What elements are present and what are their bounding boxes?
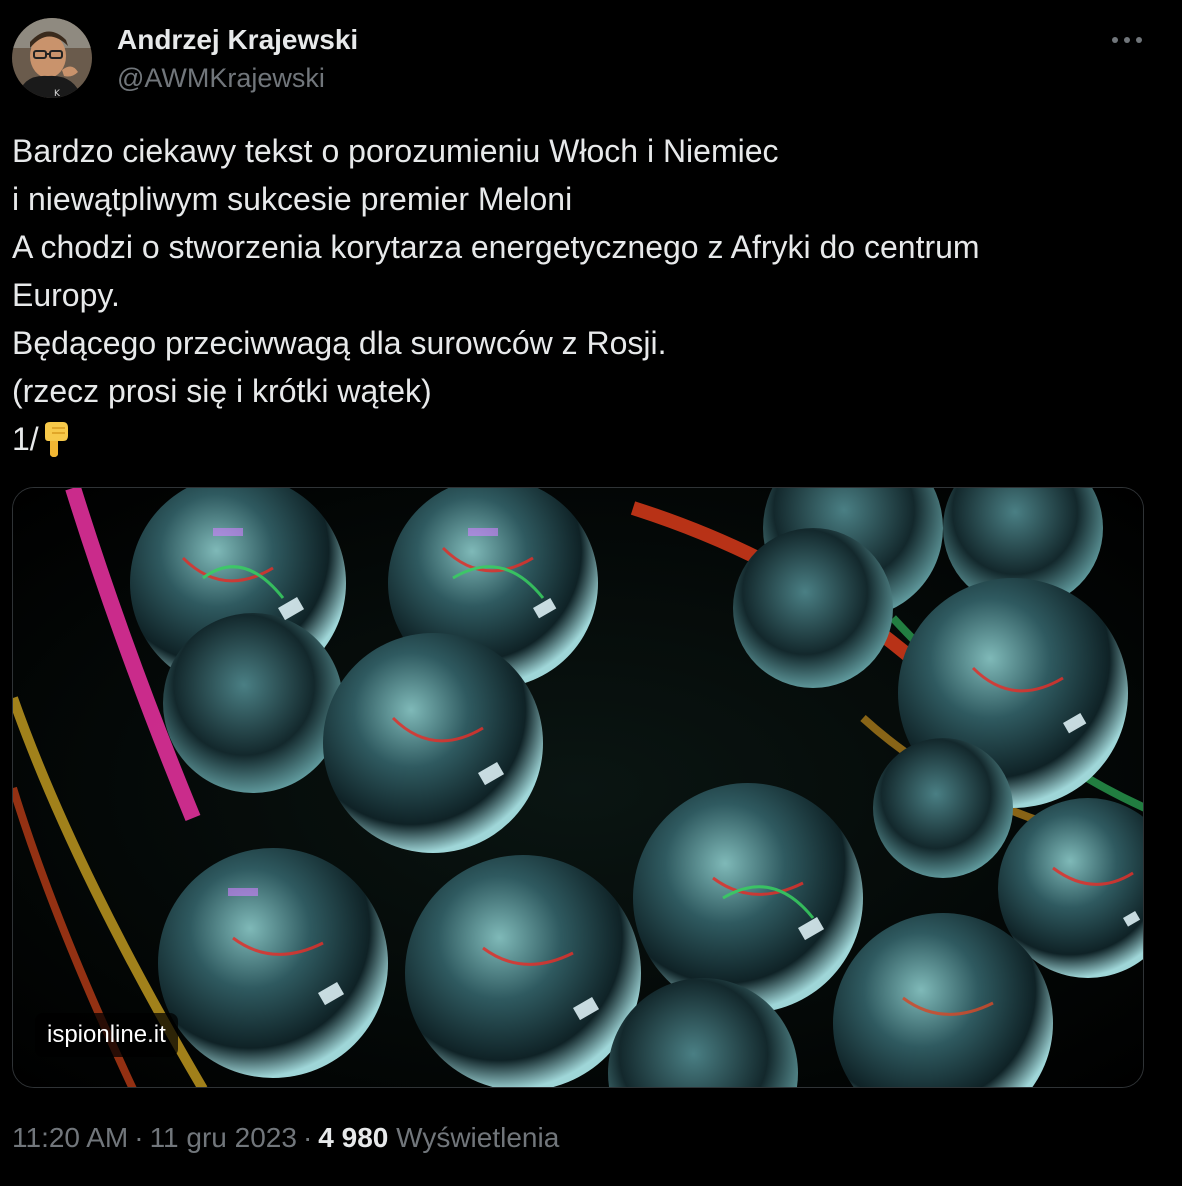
point-down-emoji	[41, 420, 71, 471]
tweet: K Andrzej Krajewski @AWMKrajewski Bardzo…	[0, 0, 1182, 1186]
tweet-meta: 11:20 AM · 11 gru 2023 · 4 980 Wyświetlenia	[12, 1122, 559, 1154]
meta-separator: ·	[302, 1122, 313, 1153]
tweet-text-line-thread: 1/	[12, 415, 1152, 471]
glass-spheres-image	[13, 488, 1143, 1087]
tweet-text-line: Bardzo ciekawy tekst o porozumieniu Włoc…	[12, 133, 779, 169]
tweet-text-line: Europy.	[12, 277, 120, 313]
views-count: 4 980	[318, 1122, 389, 1153]
tweet-timestamp[interactable]: 11:20 AM · 11 gru 2023	[12, 1122, 297, 1153]
tweet-text-line: A chodzi o stworzenia korytarza energety…	[12, 229, 980, 265]
tweet-text: Bardzo ciekawy tekst o porozumieniu Włoc…	[12, 127, 1152, 471]
avatar[interactable]: K	[12, 18, 92, 98]
more-options-icon[interactable]	[1104, 22, 1150, 58]
author-name[interactable]: Andrzej Krajewski	[117, 24, 358, 56]
tweet-text-line: i niewątpliwym sukcesie premier Meloni	[12, 181, 573, 217]
tweet-time: 11:20 AM	[12, 1122, 129, 1153]
tweet-date: 11 gru 2023	[149, 1122, 297, 1153]
author-handle[interactable]: @AWMKrajewski	[117, 63, 325, 94]
tweet-text-line: Będącego przeciwwagą dla surowców z Rosj…	[12, 325, 667, 361]
views-label: Wyświetlenia	[396, 1122, 560, 1153]
meta-separator: ·	[134, 1122, 144, 1153]
tweet-text-line: (rzecz prosi się i krótki wątek)	[12, 373, 432, 409]
thread-number: 1/	[12, 421, 39, 457]
media-source-label: ispionline.it	[35, 1013, 178, 1057]
media-card[interactable]: ispionline.it	[12, 487, 1144, 1088]
